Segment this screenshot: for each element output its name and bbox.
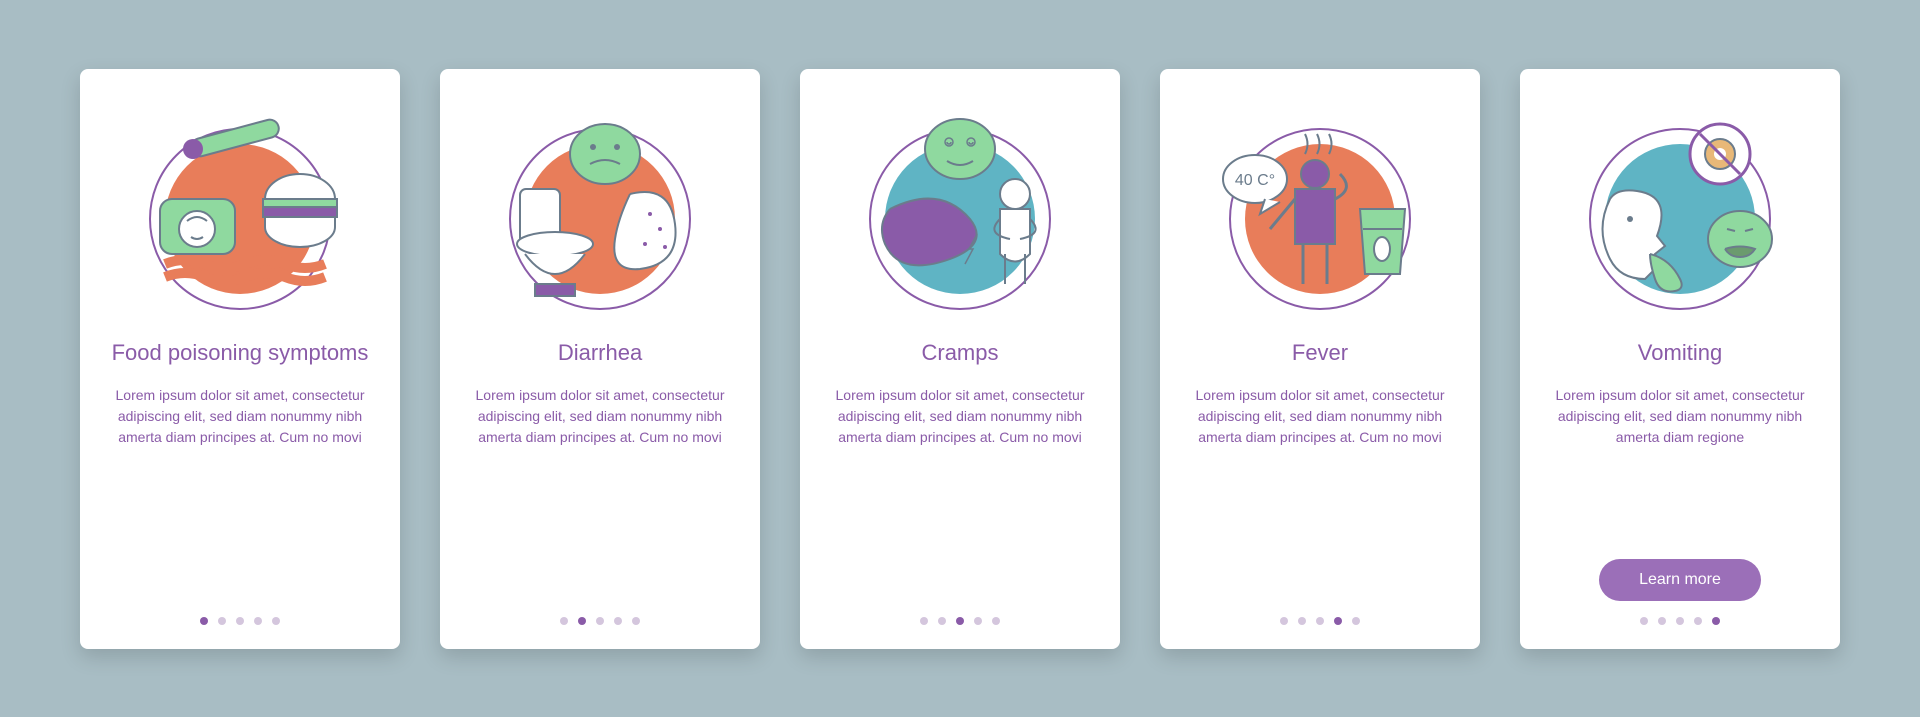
- dot[interactable]: [1280, 617, 1288, 625]
- onboarding-card-1: Food poisoning symptoms Lorem ipsum dolo…: [80, 69, 400, 649]
- card-body: Lorem ipsum dolor sit amet, consectetur …: [1188, 385, 1452, 616]
- food-poisoning-icon: [115, 99, 365, 319]
- dot[interactable]: [632, 617, 640, 625]
- dot[interactable]: [938, 617, 946, 625]
- dot[interactable]: [920, 617, 928, 625]
- dot[interactable]: [596, 617, 604, 625]
- dot[interactable]: [614, 617, 622, 625]
- onboarding-card-2: Diarrhea Lorem ipsum dolor sit amet, con…: [440, 69, 760, 649]
- dot[interactable]: [1676, 617, 1684, 625]
- dot[interactable]: [992, 617, 1000, 625]
- dot[interactable]: [272, 617, 280, 625]
- onboarding-card-4: 40 C° Fever Lorem ipsum dolor sit amet, …: [1160, 69, 1480, 649]
- diarrhea-icon: [475, 99, 725, 319]
- card-title: Cramps: [921, 339, 998, 368]
- dot[interactable]: [1334, 617, 1342, 625]
- card-title: Diarrhea: [558, 339, 642, 368]
- cramps-icon: [835, 99, 1085, 319]
- dot[interactable]: [578, 617, 586, 625]
- vomiting-icon: [1555, 99, 1805, 319]
- dot[interactable]: [1316, 617, 1324, 625]
- card-title: Vomiting: [1638, 339, 1722, 368]
- dot[interactable]: [236, 617, 244, 625]
- dot[interactable]: [254, 617, 262, 625]
- fever-icon: 40 C°: [1195, 99, 1445, 319]
- dot[interactable]: [1352, 617, 1360, 625]
- dot[interactable]: [956, 617, 964, 625]
- dot[interactable]: [1694, 617, 1702, 625]
- pagination-dots: [1280, 617, 1360, 625]
- onboarding-card-3: Cramps Lorem ipsum dolor sit amet, conse…: [800, 69, 1120, 649]
- pagination-dots: [920, 617, 1000, 625]
- card-title: Food poisoning symptoms: [112, 339, 369, 368]
- svg-text:40 C°: 40 C°: [1235, 172, 1275, 189]
- dot[interactable]: [1298, 617, 1306, 625]
- dot[interactable]: [1640, 617, 1648, 625]
- pagination-dots: [560, 617, 640, 625]
- pagination-dots: [1640, 617, 1720, 625]
- dot[interactable]: [1658, 617, 1666, 625]
- pagination-dots: [200, 617, 280, 625]
- onboarding-card-5: Vomiting Lorem ipsum dolor sit amet, con…: [1520, 69, 1840, 649]
- card-title: Fever: [1292, 339, 1348, 368]
- card-body: Lorem ipsum dolor sit amet, consectetur …: [468, 385, 732, 616]
- card-body: Lorem ipsum dolor sit amet, consectetur …: [108, 385, 372, 616]
- dot[interactable]: [200, 617, 208, 625]
- dot[interactable]: [1712, 617, 1720, 625]
- card-body: Lorem ipsum dolor sit amet, consectetur …: [828, 385, 1092, 616]
- card-body: Lorem ipsum dolor sit amet, consectetur …: [1548, 385, 1812, 558]
- learn-more-button[interactable]: Learn more: [1599, 559, 1761, 601]
- dot[interactable]: [560, 617, 568, 625]
- dot[interactable]: [974, 617, 982, 625]
- dot[interactable]: [218, 617, 226, 625]
